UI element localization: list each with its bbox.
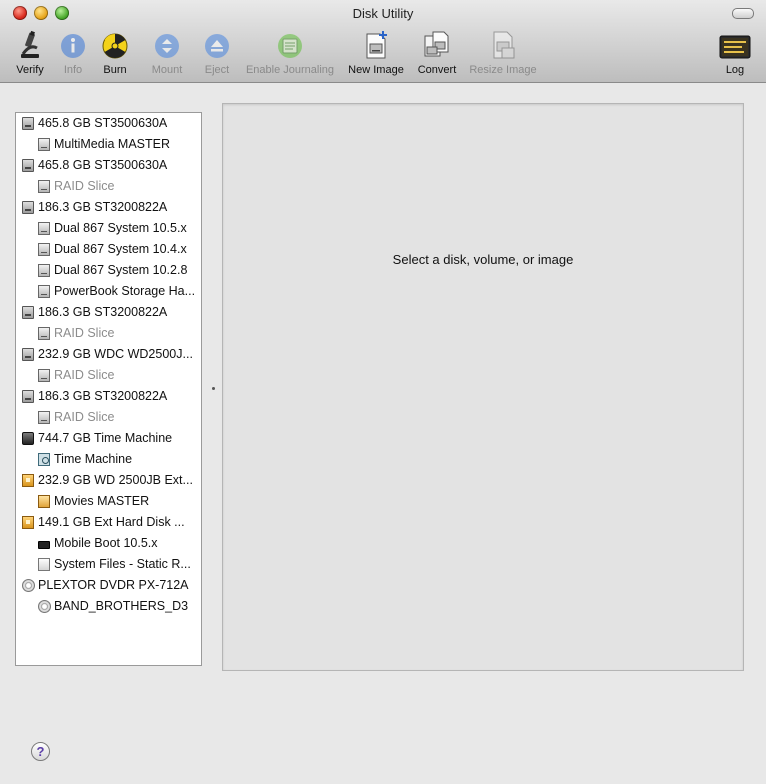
list-item[interactable]: PowerBook Storage Ha... [16,281,201,302]
eject-button[interactable]: Eject [201,30,233,78]
info-icon [58,30,88,60]
hard-disk-icon [22,159,34,172]
volume-icon [38,285,50,298]
verify-label: Verify [16,64,44,76]
list-item[interactable]: BAND_BROTHERS_D3 [16,596,201,617]
split-view-handle[interactable] [212,387,215,390]
volume-icon [38,243,50,256]
window-title: Disk Utility [352,6,414,21]
burn-label: Burn [103,64,127,76]
external-volume-icon [38,495,50,508]
disk-utility-window: Disk Utility Verify Info Burn Mount Ejec… [0,0,766,784]
volume-icon [38,411,50,424]
list-item[interactable]: RAID Slice [16,323,201,344]
hard-disk-icon [22,201,34,214]
info-label: Info [63,64,83,76]
microscope-icon [15,30,45,60]
toolbar-toggle-button[interactable] [732,8,754,19]
volume-icon [38,180,50,193]
log-icon [719,30,751,60]
external-disk-icon [22,516,34,529]
list-item[interactable]: 186.3 GB ST3200822A [16,197,201,218]
enable-journaling-label: Enable Journaling [245,64,335,76]
burn-icon [100,30,130,60]
log-label: Log [725,64,745,76]
mount-label: Mount [151,64,183,76]
list-item[interactable]: 465.8 GB ST3500630A [16,155,201,176]
list-item[interactable]: 744.7 GB Time Machine [16,428,201,449]
help-button[interactable]: ? [31,742,50,761]
title-bar: Disk Utility Verify Info Burn Mount Ejec… [0,0,766,83]
mount-button[interactable]: Mount [148,30,186,78]
burn-button[interactable]: Burn [99,30,131,78]
list-item[interactable]: 232.9 GB WD 2500JB Ext... [16,470,201,491]
empty-selection-message: Select a disk, volume, or image [392,252,574,267]
generic-volume-icon [38,558,50,571]
optical-disc-icon [38,600,51,613]
new-image-icon [361,30,391,60]
info-button[interactable]: Info [57,30,89,78]
hard-disk-icon [22,390,34,403]
verify-button[interactable]: Verify [12,30,48,78]
journaling-icon [275,30,305,60]
convert-label: Convert [417,64,457,76]
log-button[interactable]: Log [718,30,752,78]
enable-journaling-button[interactable]: Enable Journaling [244,30,336,78]
resize-image-icon [488,30,518,60]
list-item[interactable]: RAID Slice [16,365,201,386]
volume-icon [38,369,50,382]
resize-image-label: Resize Image [469,64,537,76]
volume-icon [38,138,50,151]
volume-icon [38,264,50,277]
list-item[interactable]: 149.1 GB Ext Hard Disk ... [16,512,201,533]
convert-button[interactable]: Convert [415,30,459,78]
optical-drive-icon [22,579,35,592]
list-item[interactable]: RAID Slice [16,176,201,197]
list-item[interactable]: Dual 867 System 10.5.x [16,218,201,239]
volume-icon [38,222,50,235]
time-machine-disk-icon [22,432,34,445]
hard-disk-icon [22,348,34,361]
new-image-label: New Image [348,64,404,76]
convert-icon [422,30,452,60]
list-item[interactable]: Mobile Boot 10.5.x [16,533,201,554]
list-item[interactable]: Dual 867 System 10.4.x [16,239,201,260]
time-machine-volume-icon [38,453,50,466]
list-item[interactable]: Movies MASTER [16,491,201,512]
list-item[interactable]: 465.8 GB ST3500630A [16,113,201,134]
external-disk-icon [22,474,34,487]
hard-disk-icon [22,306,34,319]
volume-icon [38,327,50,340]
list-item[interactable]: System Files - Static R... [16,554,201,575]
list-item[interactable]: 186.3 GB ST3200822A [16,302,201,323]
eject-label: Eject [204,64,230,76]
list-item[interactable]: 186.3 GB ST3200822A [16,386,201,407]
device-list[interactable]: 465.8 GB ST3500630A MultiMedia MASTER 46… [15,112,202,666]
hard-disk-icon [22,117,34,130]
new-image-button[interactable]: New Image [345,30,407,78]
list-item[interactable]: Dual 867 System 10.2.8 [16,260,201,281]
list-item[interactable]: 232.9 GB WDC WD2500J... [16,344,201,365]
mount-icon [152,30,182,60]
detail-pane: Select a disk, volume, or image [222,103,744,671]
list-item[interactable]: Time Machine [16,449,201,470]
list-item[interactable]: PLEXTOR DVDR PX-712A [16,575,201,596]
laptop-volume-icon [38,541,50,549]
list-item[interactable]: RAID Slice [16,407,201,428]
eject-icon [202,30,232,60]
list-item[interactable]: MultiMedia MASTER [16,134,201,155]
resize-image-button[interactable]: Resize Image [467,30,539,78]
